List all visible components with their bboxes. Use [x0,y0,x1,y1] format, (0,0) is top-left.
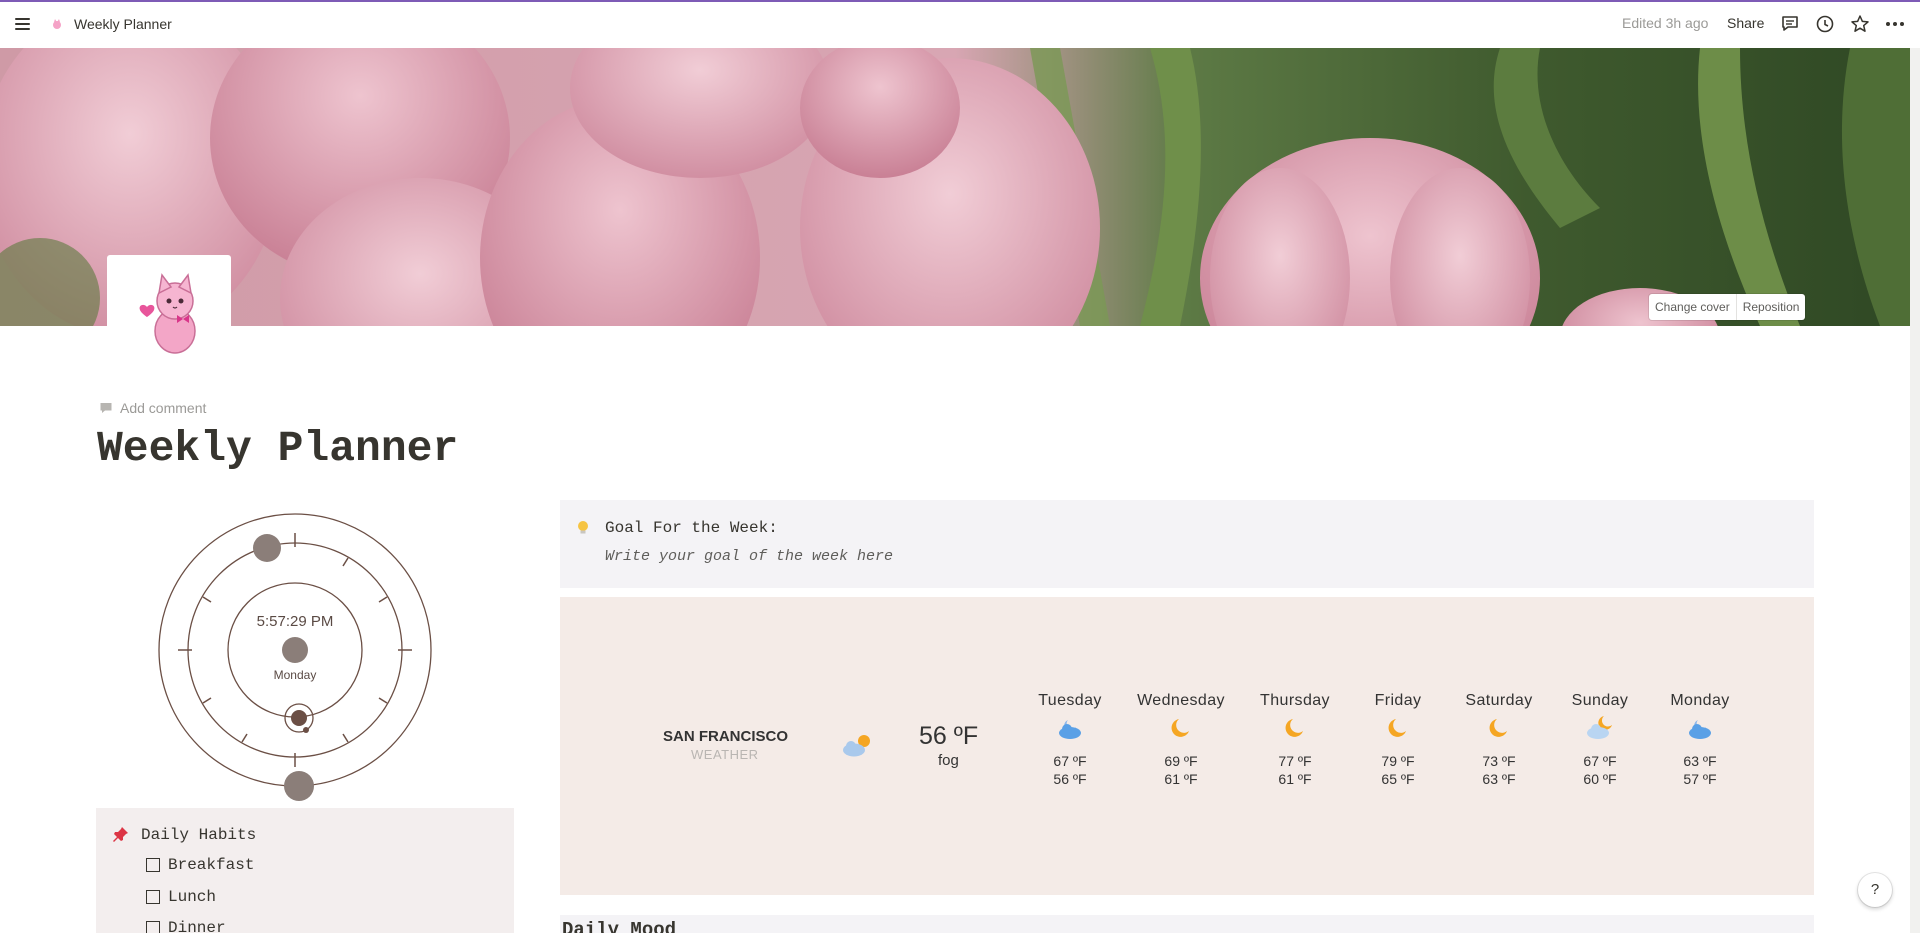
forecast-high: 79 ºF [1381,753,1415,769]
goal-text[interactable]: Write your goal of the week here [605,548,893,565]
forecast-day-name: Friday [1374,692,1422,709]
forecast-day: Friday 79 ºF 65 ºF [1350,692,1446,788]
weather-subtitle: WEATHER [691,747,759,762]
breadcrumb-page-title[interactable]: Weekly Planner [74,16,172,32]
page-title[interactable]: Weekly Planner [97,424,458,473]
moon-icon [1171,719,1189,737]
clock-time: 5:57:29 PM [256,613,334,630]
forecast-day: Saturday 73 ºF 63 ºF [1451,692,1547,788]
add-comment-label: Add comment [120,400,207,416]
forecast-day-name: Sunday [1571,692,1629,709]
edited-timestamp: Edited 3h ago [1622,15,1709,31]
add-comment-button[interactable]: Add comment [99,400,206,416]
moon-icon [1489,719,1507,737]
change-cover-button[interactable]: Change cover [1649,294,1736,320]
goal-callout: Goal For the Week: Write your goal of th… [560,500,1814,588]
moon-icon [1285,719,1303,737]
moon-icon [1388,719,1406,737]
weather-city: SAN FRANCISCO [663,728,789,745]
star-icon[interactable] [1848,12,1872,36]
pink-cat-page-icon[interactable] [107,255,231,358]
habit-label: Dinner [168,919,226,933]
habit-item-lunch: Lunch [146,888,216,906]
help-button[interactable]: ? [1858,873,1892,907]
forecast-low: 60 ºF [1583,771,1617,787]
more-icon[interactable] [1883,12,1907,36]
partly-cloudy-icon [843,735,870,757]
forecast-high: 63 ºF [1683,753,1717,769]
cat-page-icon [53,19,61,29]
forecast-low: 57 ºF [1683,771,1717,787]
forecast-day-name: Thursday [1260,692,1330,709]
forecast-day-name: Tuesday [1038,692,1102,709]
cloudy-moon-icon [1587,716,1612,739]
habit-checkbox[interactable] [146,921,160,933]
forecast-low: 56 ºF [1053,771,1087,787]
cover-controls: Change cover Reposition [1649,294,1806,320]
forecast-day-name: Saturday [1465,692,1533,709]
reposition-button[interactable]: Reposition [1735,294,1806,320]
menu-icon[interactable] [13,15,33,33]
forecast-high: 77 ºF [1278,753,1312,769]
forecast-day-name: Monday [1670,692,1730,709]
forecast-high: 73 ºF [1482,753,1516,769]
comments-icon[interactable] [1778,12,1802,36]
goal-label: Goal For the Week: [605,519,778,537]
habit-checkbox[interactable] [146,890,160,904]
forecast-high: 69 ºF [1164,753,1198,769]
forecast-day: Tuesday 67 ºF 56 ºF [1022,692,1118,788]
forecast-low: 63 ºF [1482,771,1516,787]
weather-widget: SAN FRANCISCO WEATHER 56 ºF fog Tuesday … [560,597,1814,895]
history-icon[interactable] [1813,12,1837,36]
habit-item-dinner: Dinner [146,919,226,933]
current-temperature: 56 ºF [919,722,979,750]
forecast-day: Thursday 77 ºF 61 ºF [1247,692,1343,788]
share-button[interactable]: Share [1727,15,1764,31]
daily-habits-callout: Daily Habits Breakfast Lunch Dinner [96,808,514,933]
forecast-high: 67 ºF [1053,753,1087,769]
orbit-clock-widget: 5:57:29 PM Monday [155,508,435,803]
comment-icon [100,403,112,413]
daily-habits-title: Daily Habits [141,826,257,844]
habit-checkbox[interactable] [146,858,160,872]
daily-mood-section: Daily Mood [560,915,1814,933]
forecast-day: Sunday 67 ºF 60 ºF [1552,692,1648,788]
forecast-day: Wednesday 69 ºF 61 ºF [1133,692,1229,788]
lightbulb-icon [578,521,588,534]
forecast-low: 61 ºF [1164,771,1198,787]
cloudy-night-icon [1059,720,1081,739]
forecast-day: Monday 63 ºF 57 ºF [1652,692,1748,788]
clock-day: Monday [273,668,317,682]
forecast-low: 61 ºF [1278,771,1312,787]
habit-label: Breakfast [168,856,255,874]
page-scrollbar[interactable] [1910,48,1920,933]
current-condition: fog [938,752,959,769]
cloudy-night-icon [1689,720,1711,739]
pushpin-icon [113,827,128,842]
habit-label: Lunch [168,888,217,906]
forecast-day-name: Wednesday [1137,692,1225,709]
cover-image-tulips [0,48,1910,326]
forecast-high: 67 ºF [1583,753,1617,769]
forecast-low: 65 ºF [1381,771,1415,787]
habit-item-breakfast: Breakfast [146,856,254,874]
top-bar: Weekly Planner Edited 3h ago Share [0,2,1920,47]
daily-mood-title: Daily Mood [562,919,677,933]
